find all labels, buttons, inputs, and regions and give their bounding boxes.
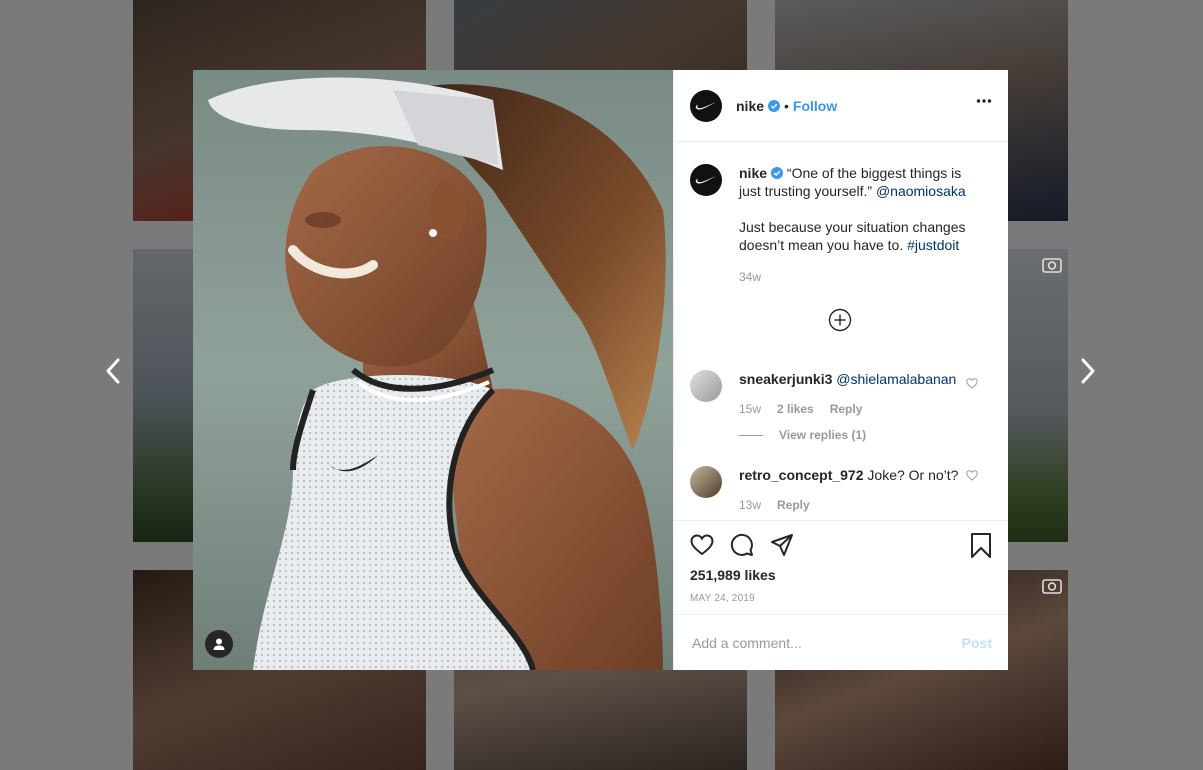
post-date: MAY 24, 2019 — [690, 593, 755, 604]
comment-author[interactable]: sneakerjunki3 — [739, 371, 832, 387]
post-modal: nike • Follow nike “One of the biggest t… — [193, 70, 1008, 670]
add-comment-bar: Post — [674, 614, 1008, 670]
more-options-icon[interactable] — [976, 98, 992, 104]
view-replies-label: View replies (1) — [779, 428, 867, 442]
comment: sneakerjunki3 @shielamalabanan 15w 2 lik… — [690, 370, 992, 444]
heart-icon[interactable] — [966, 470, 978, 481]
caption-age: 34w — [739, 270, 762, 284]
avatar[interactable] — [690, 164, 722, 196]
comment-icon[interactable] — [730, 533, 754, 557]
action-bar: 251,989 likes MAY 24, 2019 — [674, 520, 1008, 614]
view-replies-button[interactable]: View replies (1) — [739, 426, 969, 444]
caption-author[interactable]: nike — [739, 165, 767, 181]
avatar[interactable] — [690, 89, 722, 122]
reply-button[interactable]: Reply — [830, 400, 863, 418]
likes-count[interactable]: 251,989 likes — [690, 567, 992, 583]
comment-input[interactable] — [690, 633, 962, 652]
verified-badge-icon — [768, 99, 781, 112]
separator-dot: • — [784, 97, 789, 114]
comment-age: 13w — [739, 498, 762, 512]
post-comment-button[interactable]: Post — [962, 635, 992, 651]
post-photo-illustration — [193, 70, 673, 670]
chevron-right-icon[interactable] — [1078, 357, 1098, 385]
replies-divider — [739, 434, 763, 436]
comment-author[interactable]: retro_concept_972 — [739, 467, 864, 483]
post-photo[interactable] — [193, 70, 673, 670]
video-camera-icon — [1042, 579, 1062, 594]
chevron-left-icon[interactable] — [103, 357, 123, 385]
verified-badge-icon — [771, 167, 784, 179]
comments-section: nike “One of the biggest things is just … — [674, 142, 1008, 520]
bookmark-icon[interactable] — [970, 533, 992, 559]
post-side-panel: nike • Follow nike “One of the biggest t… — [673, 70, 1008, 670]
comment: retro_concept_972 Joke? Or no’t? 13w Rep… — [690, 466, 992, 514]
comment-age: 15w — [739, 402, 762, 416]
avatar[interactable] — [690, 466, 722, 498]
video-camera-icon — [1042, 258, 1062, 273]
comment-mention[interactable]: @shielamalabanan — [836, 371, 956, 387]
reply-button[interactable]: Reply — [777, 496, 810, 514]
comment-likes[interactable]: 2 likes — [777, 400, 814, 418]
nike-logo-icon — [695, 101, 716, 110]
caption-mention[interactable]: @naomiosaka — [876, 183, 966, 199]
hashtag-link[interactable]: #justdoit — [907, 237, 959, 253]
caption: nike “One of the biggest things is just … — [690, 164, 992, 286]
share-icon[interactable] — [770, 533, 794, 557]
post-author[interactable]: nike — [736, 98, 764, 114]
comment-text: Joke? Or no’t? — [867, 467, 959, 483]
follow-button[interactable]: Follow — [793, 98, 837, 114]
user-tag-icon[interactable] — [205, 630, 233, 658]
heart-icon[interactable] — [690, 534, 714, 556]
plus-circle-icon[interactable] — [828, 308, 852, 332]
nike-logo-icon — [695, 176, 716, 184]
heart-icon[interactable] — [966, 378, 978, 389]
avatar[interactable] — [690, 370, 722, 402]
post-header: nike • Follow — [674, 70, 1008, 142]
